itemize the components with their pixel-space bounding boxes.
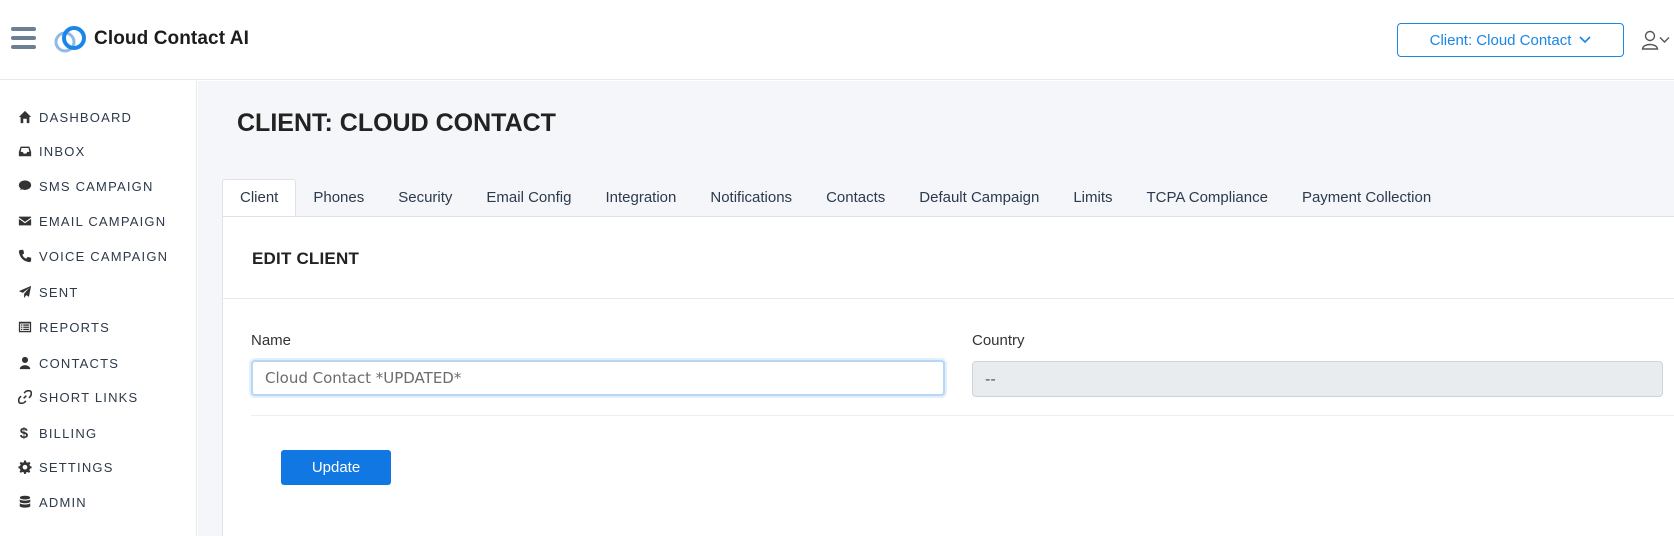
panel-header: EDIT CLIENT xyxy=(223,217,1674,299)
sidebar-item-label: INBOX xyxy=(39,143,86,159)
tab-phones[interactable]: Phones xyxy=(296,179,381,216)
sidebar-item-voice-campaign[interactable]: VOICE CAMPAIGN xyxy=(17,246,168,266)
sidebar-item-contacts[interactable]: CONTACTS xyxy=(17,353,119,373)
tab-payment-collection[interactable]: Payment Collection xyxy=(1285,179,1448,216)
sidebar-item-reports[interactable]: REPORTS xyxy=(17,317,110,337)
country-label: Country xyxy=(972,332,1025,349)
user-icon xyxy=(1641,30,1659,50)
envelope-icon xyxy=(17,214,32,229)
list-report-icon xyxy=(17,320,32,335)
name-input[interactable]: Cloud Contact *UPDATED* xyxy=(251,360,945,396)
country-field: -- xyxy=(972,361,1663,397)
sidebar-item-label: BILLING xyxy=(39,425,98,441)
sidebar-item-short-links[interactable]: SHORT LINKS xyxy=(17,387,138,407)
tab-security[interactable]: Security xyxy=(381,179,469,216)
sidebar-item-label: SHORT LINKS xyxy=(39,389,139,405)
home-icon xyxy=(17,110,32,125)
tab-limits[interactable]: Limits xyxy=(1056,179,1129,216)
page-title: CLIENT: CLOUD CONTACT xyxy=(237,109,556,137)
user-icon xyxy=(17,356,32,371)
user-menu[interactable] xyxy=(1641,28,1674,52)
sidebar-item-label: REPORTS xyxy=(39,319,111,335)
tab-integration[interactable]: Integration xyxy=(588,179,693,216)
sidebar-item-label: EMAIL CAMPAIGN xyxy=(39,213,167,229)
sidebar-item-admin[interactable]: ADMIN xyxy=(17,492,87,512)
client-selector-dropdown[interactable]: Client: Cloud Contact xyxy=(1397,23,1624,57)
sidebar-item-label: VOICE CAMPAIGN xyxy=(39,248,169,264)
sidebar-item-inbox[interactable]: INBOX xyxy=(17,141,85,161)
sidebar-item-label: SETTINGS xyxy=(39,459,114,475)
sidebar-item-label: SMS CAMPAIGN xyxy=(39,178,154,194)
edit-client-panel: EDIT CLIENT Name Cloud Contact *UPDATED*… xyxy=(222,216,1674,536)
hamburger-menu-icon[interactable] xyxy=(11,27,36,49)
client-selector-label: Client: Cloud Contact xyxy=(1429,31,1572,49)
tab-notifications[interactable]: Notifications xyxy=(693,179,809,216)
chevron-down-icon xyxy=(1579,36,1591,44)
tab-tcpa-compliance[interactable]: TCPA Compliance xyxy=(1130,179,1285,216)
tab-client[interactable]: Client xyxy=(222,179,297,216)
top-bar: Cloud Contact AI Client: Cloud Contact xyxy=(0,0,1674,80)
phone-icon xyxy=(17,249,32,264)
tab-bar: Client Phones Security Email Config Inte… xyxy=(222,179,1448,216)
inbox-icon xyxy=(17,144,32,159)
panel-title: EDIT CLIENT xyxy=(252,249,360,268)
tab-default-campaign[interactable]: Default Campaign xyxy=(902,179,1056,216)
sidebar-item-sent[interactable]: SENT xyxy=(17,282,78,302)
gear-icon xyxy=(17,460,32,475)
sidebar-item-email-campaign[interactable]: EMAIL CAMPAIGN xyxy=(17,211,166,231)
paper-plane-icon xyxy=(17,285,32,300)
sidebar-item-sms-campaign[interactable]: SMS CAMPAIGN xyxy=(17,176,154,196)
sidebar-item-label: SENT xyxy=(39,284,79,300)
link-icon xyxy=(17,390,32,405)
main-content: CLIENT: CLOUD CONTACT Client Phones Secu… xyxy=(198,81,1674,536)
sidebar-item-label: DASHBOARD xyxy=(39,109,133,125)
chevron-down-icon xyxy=(1659,37,1670,43)
cloud-contact-logo xyxy=(54,26,86,53)
sidebar-item-settings[interactable]: SETTINGS xyxy=(17,457,114,477)
brand-name: Cloud Contact AI xyxy=(94,28,249,49)
sidebar-item-billing[interactable]: $ BILLING xyxy=(17,423,97,443)
tab-email-config[interactable]: Email Config xyxy=(469,179,588,216)
update-button[interactable]: Update xyxy=(281,450,391,485)
dollar-icon: $ xyxy=(19,424,30,442)
divider xyxy=(251,415,1674,416)
chat-bubble-icon xyxy=(17,179,32,194)
sidebar-item-dashboard[interactable]: DASHBOARD xyxy=(17,107,132,127)
tab-contacts[interactable]: Contacts xyxy=(809,179,902,216)
name-label: Name xyxy=(251,332,292,349)
database-icon xyxy=(17,495,32,510)
sidebar-item-label: CONTACTS xyxy=(39,355,120,371)
sidebar: DASHBOARD INBOX SMS CAMPAIGN EMAIL CAMPA… xyxy=(0,81,197,536)
sidebar-item-label: ADMIN xyxy=(39,494,87,510)
